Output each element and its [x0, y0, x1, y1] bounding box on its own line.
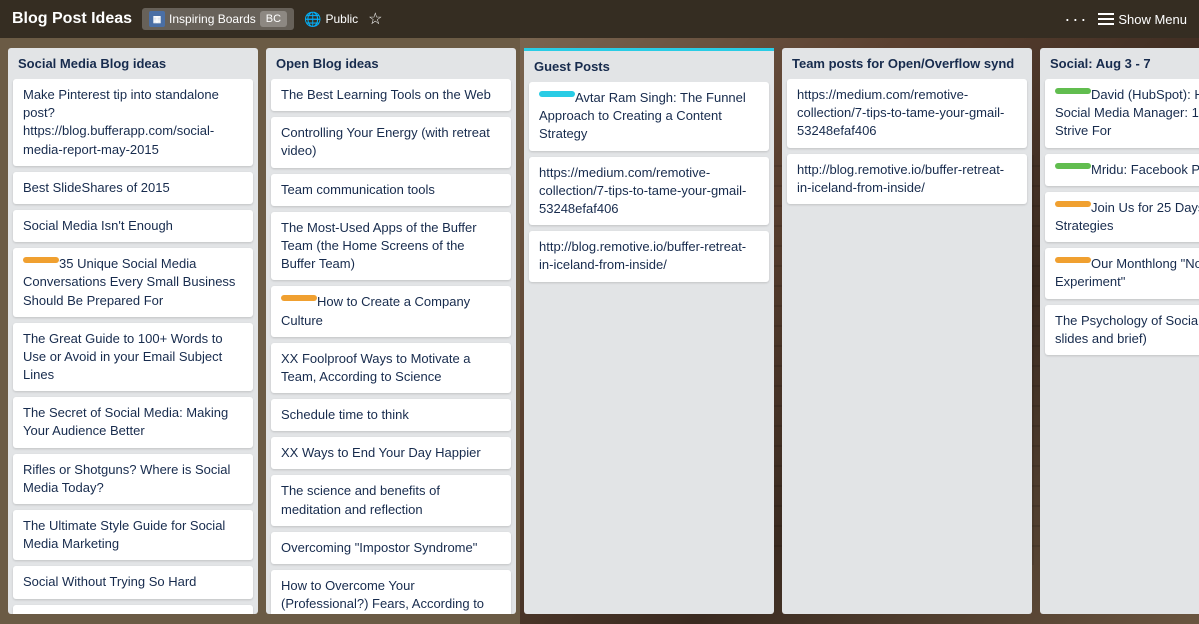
card-label — [1055, 257, 1091, 263]
visibility-label: Public — [325, 12, 358, 26]
column-content-social-aug: David (HubSpot): How to Be a Social Medi… — [1040, 79, 1199, 614]
card[interactable]: David (HubSpot): How to Be a Social Medi… — [1045, 79, 1199, 148]
card-text: The Great Guide to 100+ Words to Use or … — [23, 331, 223, 382]
card-text: Social Without Trying So Hard — [23, 574, 196, 589]
column-content-open-blog: The Best Learning Tools on the Web Contro… — [266, 79, 516, 614]
card[interactable]: XX Ways to End Your Day Happier — [271, 437, 511, 469]
column-guest-posts: Guest Posts Avtar Ram Singh: The Funnel A… — [524, 48, 774, 614]
card[interactable]: XX Foolproof Ways to Motivate a Team, Ac… — [271, 343, 511, 393]
column-social-media: Social Media Blog ideas Make Pinterest ti… — [8, 48, 258, 614]
card[interactable]: http://blog.remotive.io/buffer-retreat-i… — [787, 154, 1027, 204]
card[interactable]: The Best Learning Tools on the Web — [271, 79, 511, 111]
card-text: The Most-Used Apps of the Buffer Team (t… — [281, 220, 477, 271]
card-text: Rifles or Shotguns? Where is Social Medi… — [23, 462, 230, 495]
column-header-guest-posts: Guest Posts — [524, 48, 774, 82]
card-text: Social Media Isn't Enough — [23, 218, 173, 233]
org-icon: ▦ — [149, 11, 165, 27]
card-text: Team communication tools — [281, 182, 435, 197]
org-name: Inspiring Boards — [169, 12, 256, 26]
card[interactable]: The Ultimate Style Guide for Social Medi… — [13, 510, 253, 560]
card[interactable]: XX Creative Ways to Use Everyone — [13, 605, 253, 614]
card-text: Mridu: Facebook Photo — [1091, 162, 1199, 177]
card-text: Best SlideShares of 2015 — [23, 180, 170, 195]
card-text: https://medium.com/remotive-collection/7… — [539, 165, 746, 216]
card-text: How to Overcome Your (Professional?) Fea… — [281, 578, 484, 614]
card[interactable]: The Secret of Social Media: Making Your … — [13, 397, 253, 447]
menu-lines-icon — [1098, 13, 1114, 25]
card-text: The Ultimate Style Guide for Social Medi… — [23, 518, 225, 551]
card[interactable]: 35 Unique Social Media Conversations Eve… — [13, 248, 253, 317]
card-text: http://blog.remotive.io/buffer-retreat-i… — [797, 162, 1004, 195]
card-label — [539, 91, 575, 97]
card-label — [281, 295, 317, 301]
card-text: https://medium.com/remotive-collection/7… — [797, 87, 1004, 138]
card-text: XX Ways to End Your Day Happier — [281, 445, 481, 460]
card[interactable]: Join Us for 25 Days of Strategies — [1045, 192, 1199, 242]
card-text: Schedule time to think — [281, 407, 409, 422]
card-text: Avtar Ram Singh: The Funnel Approach to … — [539, 90, 746, 141]
card-text: Make Pinterest tip into standalone post?… — [23, 87, 219, 157]
globe-icon: 🌐 — [304, 11, 321, 28]
card[interactable]: Avtar Ram Singh: The Funnel Approach to … — [529, 82, 769, 151]
column-team-posts: Team posts for Open/Overflow synd https:/… — [782, 48, 1032, 614]
card[interactable]: https://medium.com/remotive-collection/7… — [787, 79, 1027, 148]
card-text: David (HubSpot): How to Be a Social Medi… — [1055, 87, 1199, 138]
card[interactable]: The science and benefits of meditation a… — [271, 475, 511, 525]
column-content-team-posts: https://medium.com/remotive-collection/7… — [782, 79, 1032, 614]
column-header-social-media: Social Media Blog ideas — [8, 48, 258, 79]
card-text: XX Foolproof Ways to Motivate a Team, Ac… — [281, 351, 471, 384]
card[interactable]: http://blog.remotive.io/buffer-retreat-i… — [529, 231, 769, 281]
card[interactable]: Rifles or Shotguns? Where is Social Medi… — [13, 454, 253, 504]
card[interactable]: Make Pinterest tip into standalone post?… — [13, 79, 253, 166]
show-menu-button[interactable]: Show Menu — [1098, 12, 1187, 27]
card-text: Controlling Your Energy (with retreat vi… — [281, 125, 490, 158]
more-options-icon[interactable]: ··· — [1064, 9, 1088, 30]
card-text: 35 Unique Social Media Conversations Eve… — [23, 256, 235, 307]
card-label — [23, 257, 59, 263]
column-social-aug: Social: Aug 3 - 7 David (HubSpot): How to… — [1040, 48, 1199, 614]
card-label — [1055, 201, 1091, 207]
card-text: http://blog.remotive.io/buffer-retreat-i… — [539, 239, 746, 272]
card-text: The Psychology of Social (Mozcon slides … — [1055, 313, 1199, 346]
card-text: The Secret of Social Media: Making Your … — [23, 405, 228, 438]
column-header-social-aug: Social: Aug 3 - 7 — [1040, 48, 1199, 79]
card[interactable]: Mridu: Facebook Photo — [1045, 154, 1199, 186]
column-content-social-media: Make Pinterest tip into standalone post?… — [8, 79, 258, 614]
column-open-blog: Open Blog ideasThe Best Learning Tools o… — [266, 48, 516, 614]
card[interactable]: Best SlideShares of 2015 — [13, 172, 253, 204]
card-text: Overcoming "Impostor Syndrome" — [281, 540, 477, 555]
star-icon[interactable]: ☆ — [368, 9, 382, 29]
board: Social Media Blog ideas Make Pinterest ti… — [0, 38, 1199, 624]
board-title: Blog Post Ideas — [12, 10, 132, 28]
card[interactable]: Team communication tools — [271, 174, 511, 206]
org-badge[interactable]: ▦ Inspiring Boards BC — [142, 8, 294, 30]
card-text: XX Creative Ways to Use Everyone — [23, 613, 228, 614]
card-label — [1055, 163, 1091, 169]
card[interactable]: How to Overcome Your (Professional?) Fea… — [271, 570, 511, 614]
card[interactable]: Schedule time to think — [271, 399, 511, 431]
card[interactable]: The Most-Used Apps of the Buffer Team (t… — [271, 212, 511, 281]
card[interactable]: Social Media Isn't Enough — [13, 210, 253, 242]
card[interactable]: The Psychology of Social (Mozcon slides … — [1045, 305, 1199, 355]
card[interactable]: Overcoming "Impostor Syndrome" — [271, 532, 511, 564]
card[interactable]: Our Monthlong "No New Experiment" — [1045, 248, 1199, 298]
card[interactable]: Controlling Your Energy (with retreat vi… — [271, 117, 511, 167]
card-text: The Best Learning Tools on the Web — [281, 87, 491, 102]
show-menu-label: Show Menu — [1118, 12, 1187, 27]
org-tag: BC — [260, 11, 287, 27]
header: Blog Post Ideas ▦ Inspiring Boards BC 🌐 … — [0, 0, 1199, 38]
card[interactable]: Social Without Trying So Hard — [13, 566, 253, 598]
card-label — [1055, 88, 1091, 94]
card[interactable]: How to Create a Company Culture — [271, 286, 511, 336]
column-header-open-blog: Open Blog ideas — [266, 48, 516, 79]
visibility-badge[interactable]: 🌐 Public — [304, 11, 358, 28]
card[interactable]: The Great Guide to 100+ Words to Use or … — [13, 323, 253, 392]
card[interactable]: https://medium.com/remotive-collection/7… — [529, 157, 769, 226]
card-text: The science and benefits of meditation a… — [281, 483, 440, 516]
column-header-team-posts: Team posts for Open/Overflow synd — [782, 48, 1032, 79]
column-content-guest-posts: Avtar Ram Singh: The Funnel Approach to … — [524, 82, 774, 614]
